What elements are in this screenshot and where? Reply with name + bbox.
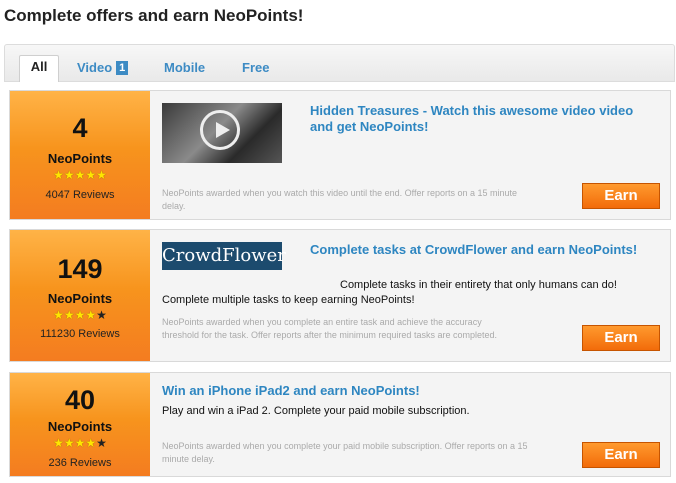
points-panel: 40 NeoPoints ★★★★★ 236 Reviews bbox=[10, 373, 150, 476]
earn-button[interactable]: Earn bbox=[582, 442, 660, 468]
points-label: NeoPoints bbox=[47, 151, 113, 166]
points-value: 4 bbox=[72, 113, 88, 143]
rating-stars: ★★★★★ bbox=[10, 436, 150, 450]
stars-empty: ★ bbox=[96, 308, 107, 322]
earn-button[interactable]: Earn bbox=[582, 325, 660, 351]
rating-stars: ★★★★★ bbox=[10, 168, 150, 182]
tab-all-label: All bbox=[30, 59, 48, 74]
tab-video-label: Video bbox=[77, 60, 113, 75]
crowdflower-logo: CrowdFlower bbox=[162, 242, 286, 270]
points-panel: 149 NeoPoints ★★★★★ 111230 Reviews bbox=[10, 230, 150, 361]
offer-fine-print: NeoPoints awarded when you complete your… bbox=[162, 441, 528, 464]
points-panel: 4 NeoPoints ★★★★★ 4047 Reviews bbox=[10, 91, 150, 219]
rating-stars: ★★★★★ bbox=[10, 308, 150, 322]
reviews-count: 4047 Reviews bbox=[45, 189, 115, 201]
offer-description-line2: Complete multiple tasks to keep earning … bbox=[162, 294, 415, 306]
play-icon[interactable] bbox=[200, 110, 240, 150]
offer-card-hidden-treasures: 4 NeoPoints ★★★★★ 4047 Reviews Hidden Tr… bbox=[9, 90, 671, 220]
offer-fine-print: NeoPoints awarded when you watch this vi… bbox=[162, 188, 518, 211]
tab-free[interactable]: Free bbox=[242, 57, 269, 81]
earn-button[interactable]: Earn bbox=[582, 183, 660, 209]
points-value: 40 bbox=[64, 385, 96, 415]
reviews-count: 236 Reviews bbox=[48, 457, 112, 469]
tab-all[interactable]: All bbox=[19, 55, 59, 82]
stars-filled: ★★★★ bbox=[53, 436, 97, 450]
tab-video-count-badge: 1 bbox=[116, 61, 129, 75]
tabs-bar: All Video 1 Mobile Free bbox=[4, 44, 675, 82]
tab-free-label: Free bbox=[242, 60, 270, 75]
stars-empty: ★ bbox=[96, 436, 107, 450]
offer-title-link[interactable]: Complete tasks at CrowdFlower and earn N… bbox=[310, 242, 650, 258]
reviews-count: 111230 Reviews bbox=[40, 328, 120, 340]
offer-title-link[interactable]: Hidden Treasures - Watch this awesome vi… bbox=[310, 103, 650, 135]
offer-card-ipad: 40 NeoPoints ★★★★★ 236 Reviews Win an iP… bbox=[9, 372, 671, 477]
video-thumbnail[interactable] bbox=[162, 103, 282, 163]
tab-mobile[interactable]: Mobile bbox=[164, 57, 205, 81]
tab-video[interactable]: Video 1 bbox=[77, 57, 129, 81]
page-title: Complete offers and earn NeoPoints! bbox=[4, 6, 304, 25]
points-value: 149 bbox=[57, 254, 103, 284]
points-label: NeoPoints bbox=[47, 419, 113, 434]
offer-fine-print: NeoPoints awarded when you complete an e… bbox=[162, 317, 497, 340]
offer-description: Play and win a iPad 2. Complete your pai… bbox=[162, 405, 470, 417]
offer-description-line1: Complete tasks in their entirety that on… bbox=[340, 279, 617, 291]
offer-card-crowdflower: 149 NeoPoints ★★★★★ 111230 Reviews Crowd… bbox=[9, 229, 671, 362]
stars-filled: ★★★★ bbox=[53, 308, 97, 322]
tab-mobile-label: Mobile bbox=[164, 60, 206, 75]
stars-filled: ★★★★★ bbox=[53, 168, 107, 182]
points-label: NeoPoints bbox=[47, 291, 113, 306]
offer-title-link[interactable]: Win an iPhone iPad2 and earn NeoPoints! bbox=[162, 383, 642, 399]
